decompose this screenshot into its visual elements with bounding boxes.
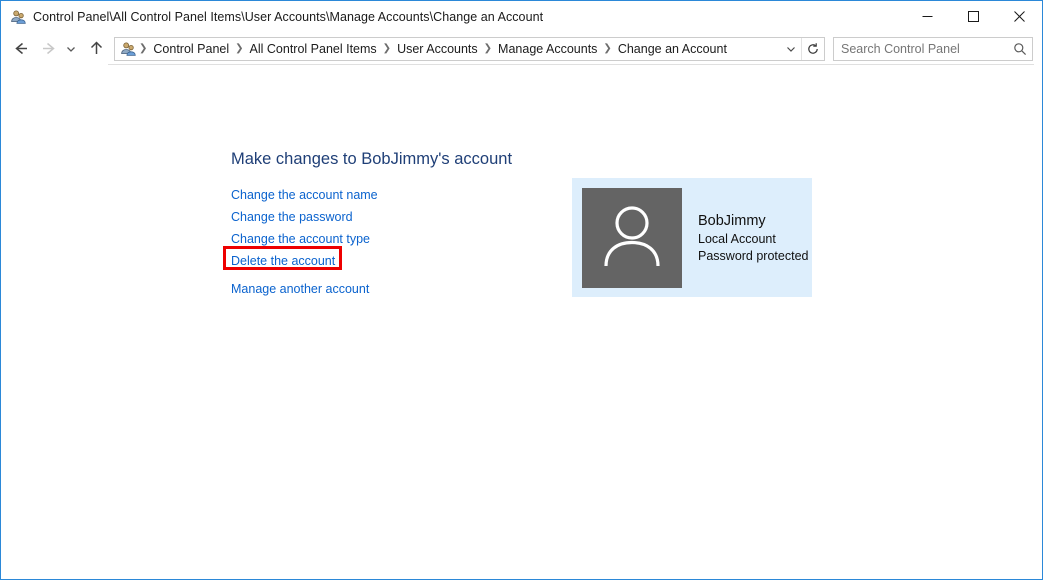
link-change-password[interactable]: Change the password [231,206,353,228]
address-bar[interactable]: ❯ Control Panel ❯ All Control Panel Item… [114,37,825,61]
minimize-button[interactable] [904,1,950,32]
task-link-row: Change the account type [231,228,491,250]
close-button[interactable] [996,1,1042,32]
user-accounts-icon [10,9,26,25]
search-box[interactable] [833,37,1033,61]
highlight-annotation [223,246,342,270]
account-summary-panel: BobJimmy Local Account Password protecte… [572,178,812,297]
account-type: Local Account [698,231,808,248]
up-button[interactable] [84,37,108,61]
task-link-row: Manage another account [231,278,491,300]
breadcrumb-item-control-panel[interactable]: Control Panel [148,38,234,60]
account-name: BobJimmy [698,211,808,231]
search-icon[interactable] [1008,38,1032,60]
task-link-row: Delete the account [231,250,491,272]
refresh-icon[interactable] [801,38,824,60]
chevron-down-icon[interactable] [781,38,801,60]
recent-locations-button[interactable] [62,37,80,61]
title-bar: Control Panel\All Control Panel Items\Us… [1,1,1042,32]
maximize-button[interactable] [950,1,996,32]
user-avatar-icon [598,202,666,273]
breadcrumb-separator-3: ❯ [483,38,493,60]
breadcrumb-separator-4: ❯ [602,38,612,60]
breadcrumb-item-change-an-account[interactable]: Change an Account [613,38,732,60]
page-title: Make changes to BobJimmy's account [231,150,512,169]
forward-button [36,37,60,61]
content-area: Make changes to BobJimmy's account Chang… [1,65,1042,579]
account-details: BobJimmy Local Account Password protecte… [698,211,808,265]
breadcrumb: ❯ Control Panel ❯ All Control Panel Item… [138,38,781,60]
breadcrumb-separator-1: ❯ [234,38,244,60]
caption-buttons [904,1,1042,32]
breadcrumb-item-all-control-panel-items[interactable]: All Control Panel Items [245,38,382,60]
address-bar-user-accounts-icon [120,41,136,57]
task-link-list: Change the account name Change the passw… [231,184,491,300]
search-input[interactable] [834,42,1008,56]
link-change-account-name[interactable]: Change the account name [231,184,378,206]
avatar [582,188,682,288]
window-title: Control Panel\All Control Panel Items\Us… [33,10,543,24]
control-panel-window: Control Panel\All Control Panel Items\Us… [0,0,1043,580]
task-link-row: Change the account name [231,184,491,206]
breadcrumb-separator-2: ❯ [382,38,392,60]
link-change-account-type[interactable]: Change the account type [231,228,370,250]
account-password-status: Password protected [698,248,808,265]
task-link-row: Change the password [231,206,491,228]
link-delete-account[interactable]: Delete the account [231,250,335,272]
link-manage-another-account[interactable]: Manage another account [231,278,369,300]
breadcrumb-separator-0: ❯ [138,38,148,60]
breadcrumb-item-manage-accounts[interactable]: Manage Accounts [493,38,602,60]
navigation-bar: ❯ Control Panel ❯ All Control Panel Item… [1,32,1042,65]
back-button[interactable] [9,37,33,61]
breadcrumb-item-user-accounts[interactable]: User Accounts [392,38,483,60]
